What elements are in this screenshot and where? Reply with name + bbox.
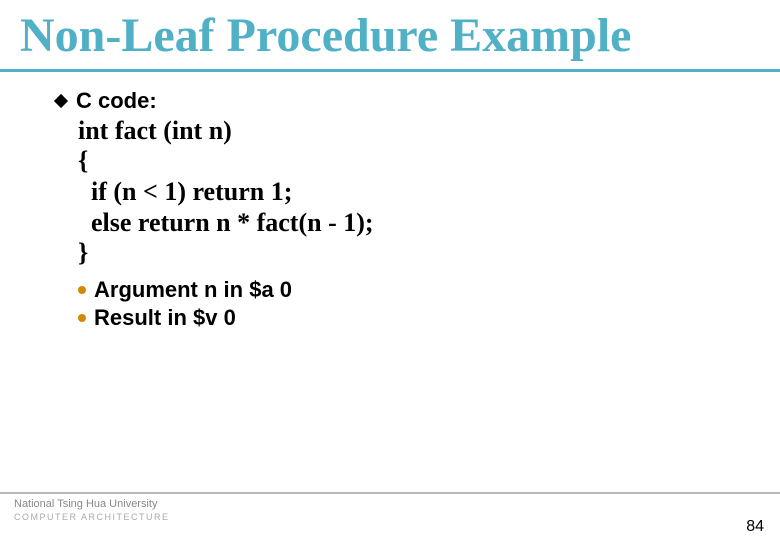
footer-org: National Tsing Hua University xyxy=(14,498,157,510)
slide-title: Non-Leaf Procedure Example xyxy=(0,0,780,69)
footer-divider xyxy=(0,492,780,494)
footer: National Tsing Hua University COMPUTER A… xyxy=(0,492,780,532)
footer-dept: COMPUTER ARCHITECTURE xyxy=(14,512,170,522)
dot-icon xyxy=(78,286,86,294)
content-area: C code: int fact (int n) { if (n < 1) re… xyxy=(0,72,780,331)
diamond-icon xyxy=(54,94,68,108)
bullet-row: C code: xyxy=(56,88,740,114)
sub-bullets: Argument n in $a 0 Result in $v 0 xyxy=(78,277,740,331)
bullet-label: C code: xyxy=(76,88,157,114)
page-number: 84 xyxy=(746,518,764,536)
sub-row: Argument n in $a 0 xyxy=(78,277,740,303)
sub-text: Result in $v 0 xyxy=(94,305,236,331)
sub-text: Argument n in $a 0 xyxy=(94,277,292,303)
sub-row: Result in $v 0 xyxy=(78,305,740,331)
code-block: int fact (int n) { if (n < 1) return 1; … xyxy=(78,116,740,269)
dot-icon xyxy=(78,314,86,322)
